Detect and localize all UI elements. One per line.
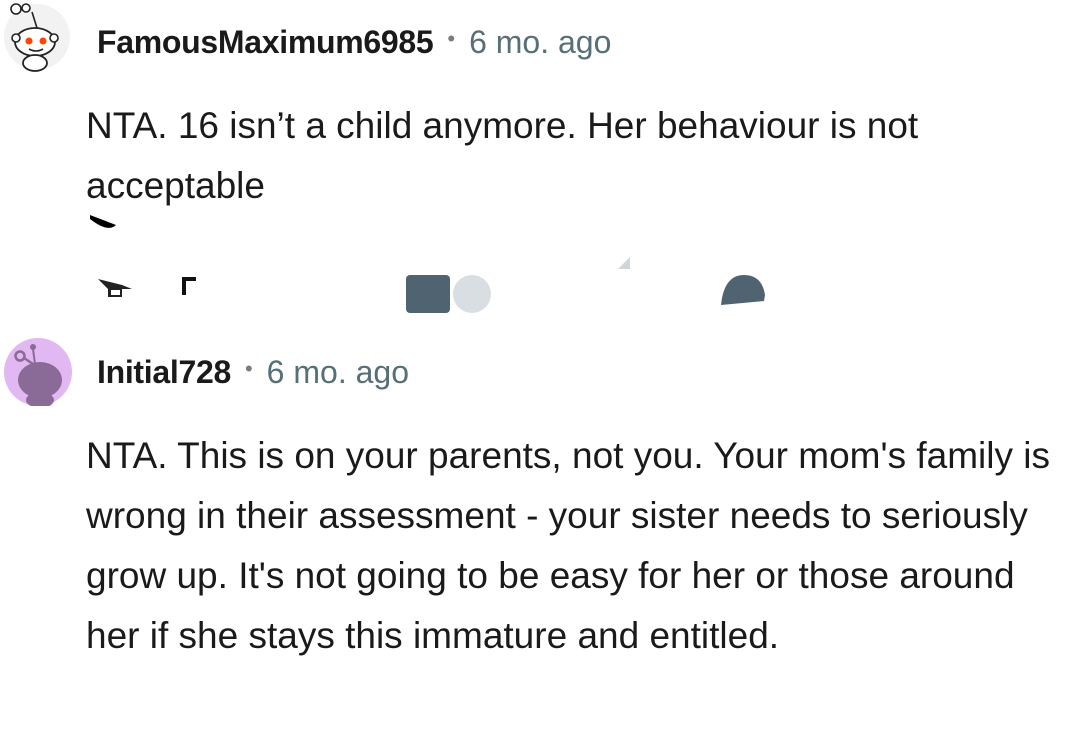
timestamp: 6 mo. ago (469, 24, 612, 60)
username[interactable]: Initial728 (97, 354, 231, 391)
downvote-icon[interactable] (96, 275, 136, 301)
separator-dot: • (244, 355, 253, 381)
snoo-avatar-icon[interactable] (2, 2, 72, 72)
share-icon[interactable] (404, 273, 496, 315)
comment-header: Initial728 • 6 mo. ago (97, 354, 409, 391)
comment-body: NTA. This is on your parents, not you. Y… (86, 435, 1061, 656)
award-icon[interactable] (180, 275, 200, 297)
reply-icon[interactable] (718, 271, 768, 309)
comment-header: FamousMaximum6985 • 6 mo. ago (97, 24, 611, 61)
upvote-icon[interactable] (88, 211, 132, 241)
more-options-icon[interactable] (616, 255, 632, 271)
comment-action-bar (0, 205, 1080, 325)
timestamp: 6 mo. ago (266, 354, 409, 390)
snoo-purple-avatar-icon[interactable] (2, 336, 72, 408)
comment-body: NTA. 16 isn’t a child anymore. Her behav… (86, 105, 929, 206)
separator-dot: • (447, 25, 456, 51)
username[interactable]: FamousMaximum6985 (97, 24, 434, 61)
